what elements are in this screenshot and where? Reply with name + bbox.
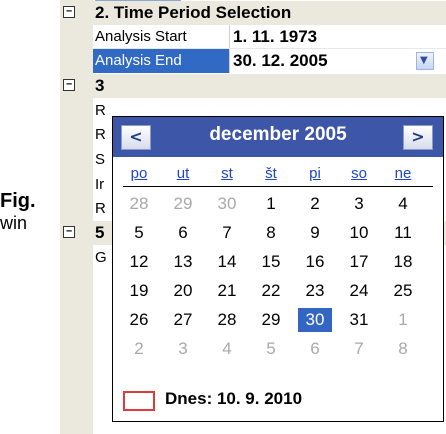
day-cell[interactable]: 26 xyxy=(122,308,156,332)
day-cell[interactable]: 2 xyxy=(122,337,156,361)
day-cell[interactable]: 3 xyxy=(166,337,200,361)
day-cell[interactable]: 12 xyxy=(122,250,156,274)
property-value[interactable]: 30. 12. 2005 xyxy=(233,51,328,71)
day-cell[interactable]: 7 xyxy=(210,221,244,245)
weekday-label: ne xyxy=(394,165,412,182)
day-cell[interactable]: 8 xyxy=(386,337,420,361)
day-cell[interactable]: 1 xyxy=(386,308,420,332)
day-cell[interactable]: 5 xyxy=(254,337,288,361)
property-name: Ir xyxy=(95,176,105,193)
property-name: R xyxy=(95,126,106,143)
day-cell[interactable]: 19 xyxy=(122,279,156,303)
weekday-label: po xyxy=(130,165,148,182)
day-cell[interactable]: 7 xyxy=(342,337,376,361)
next-month-button[interactable]: > xyxy=(403,125,433,150)
day-cell[interactable]: 11 xyxy=(386,221,420,245)
property-name: R xyxy=(95,102,106,119)
today-link[interactable]: Dnes: 10. 9. 2010 xyxy=(165,389,302,409)
selected-day-cell[interactable]: 30 xyxy=(298,308,332,332)
day-cell[interactable]: 4 xyxy=(386,192,420,216)
weekday-label: st xyxy=(221,165,233,182)
day-cell[interactable]: 3 xyxy=(342,192,376,216)
weekday-label: pi xyxy=(309,165,321,182)
category-row-3[interactable]: − 3 xyxy=(60,74,446,98)
calendar-header: < december 2005 > xyxy=(113,117,443,157)
day-cell[interactable]: 10 xyxy=(342,221,376,245)
day-cell[interactable]: 31 xyxy=(342,308,376,332)
day-cell[interactable]: 28 xyxy=(122,192,156,216)
day-cell[interactable]: 6 xyxy=(166,221,200,245)
day-cell[interactable]: 20 xyxy=(166,279,200,303)
column-separator xyxy=(229,25,230,49)
today-marker-icon xyxy=(123,391,155,411)
column-separator xyxy=(229,49,230,73)
property-name: G xyxy=(95,249,107,266)
day-cell[interactable]: 14 xyxy=(210,250,244,274)
day-cell[interactable]: 15 xyxy=(254,250,288,274)
day-cell[interactable]: 18 xyxy=(386,250,420,274)
day-cell[interactable]: 25 xyxy=(386,279,420,303)
day-cell[interactable]: 30 xyxy=(210,192,244,216)
day-cell[interactable]: 28 xyxy=(210,308,244,332)
collapse-icon[interactable]: − xyxy=(63,226,75,238)
day-cell[interactable]: 13 xyxy=(166,250,200,274)
calendar-popup: < december 2005 > po ut st št pi so ne 28 29 30 1… xyxy=(112,116,444,422)
day-cell[interactable]: 29 xyxy=(166,192,200,216)
category-label: 3 xyxy=(95,76,105,95)
chevron-right-icon: > xyxy=(411,127,425,146)
day-cell[interactable]: 4 xyxy=(210,337,244,361)
property-row-analysis-start[interactable]: Analysis Start 1. 11. 1973 xyxy=(60,25,446,49)
day-cell[interactable]: 24 xyxy=(342,279,376,303)
property-name: S xyxy=(95,151,106,168)
day-cell[interactable]: 21 xyxy=(210,279,244,303)
category-label: 5 xyxy=(95,223,105,242)
property-value[interactable]: 1. 11. 1973 xyxy=(233,27,317,47)
month-label[interactable]: december 2005 xyxy=(163,124,393,146)
day-cell[interactable]: 5 xyxy=(122,221,156,245)
prev-month-button[interactable]: < xyxy=(121,125,151,150)
caption-win: win xyxy=(0,213,28,233)
caption-fig: Fig. xyxy=(0,190,36,212)
day-cell[interactable]: 23 xyxy=(298,279,332,303)
category-label: 2. Time Period Selection xyxy=(95,3,292,22)
weekday-label: ut xyxy=(176,165,190,182)
collapse-icon[interactable]: − xyxy=(63,79,75,91)
day-cell[interactable]: 6 xyxy=(298,337,332,361)
chevron-down-icon: ▼ xyxy=(420,55,428,66)
dropdown-button[interactable]: ▼ xyxy=(416,52,434,70)
weekday-divider xyxy=(123,186,433,187)
day-cell[interactable]: 22 xyxy=(254,279,288,303)
day-cell[interactable]: 9 xyxy=(298,221,332,245)
category-row-time-period[interactable]: − 2. Time Period Selection xyxy=(60,1,446,25)
day-cell[interactable]: 17 xyxy=(342,250,376,274)
property-name: Analysis Start xyxy=(95,28,187,45)
weekday-label: št xyxy=(265,165,277,182)
day-cell[interactable]: 16 xyxy=(298,250,332,274)
chevron-left-icon: < xyxy=(129,127,143,146)
day-cell[interactable]: 29 xyxy=(254,308,288,332)
weekday-label: so xyxy=(351,165,367,182)
day-cell[interactable]: 27 xyxy=(166,308,200,332)
day-cell[interactable]: 1 xyxy=(254,192,288,216)
property-name: R xyxy=(95,200,106,217)
day-cell[interactable]: 2 xyxy=(298,192,332,216)
day-cell[interactable]: 8 xyxy=(254,221,288,245)
collapse-icon[interactable]: − xyxy=(63,6,75,18)
property-row-analysis-end[interactable]: Analysis End 30. 12. 2005 ▼ xyxy=(60,49,446,73)
property-name: Analysis End xyxy=(95,52,182,69)
